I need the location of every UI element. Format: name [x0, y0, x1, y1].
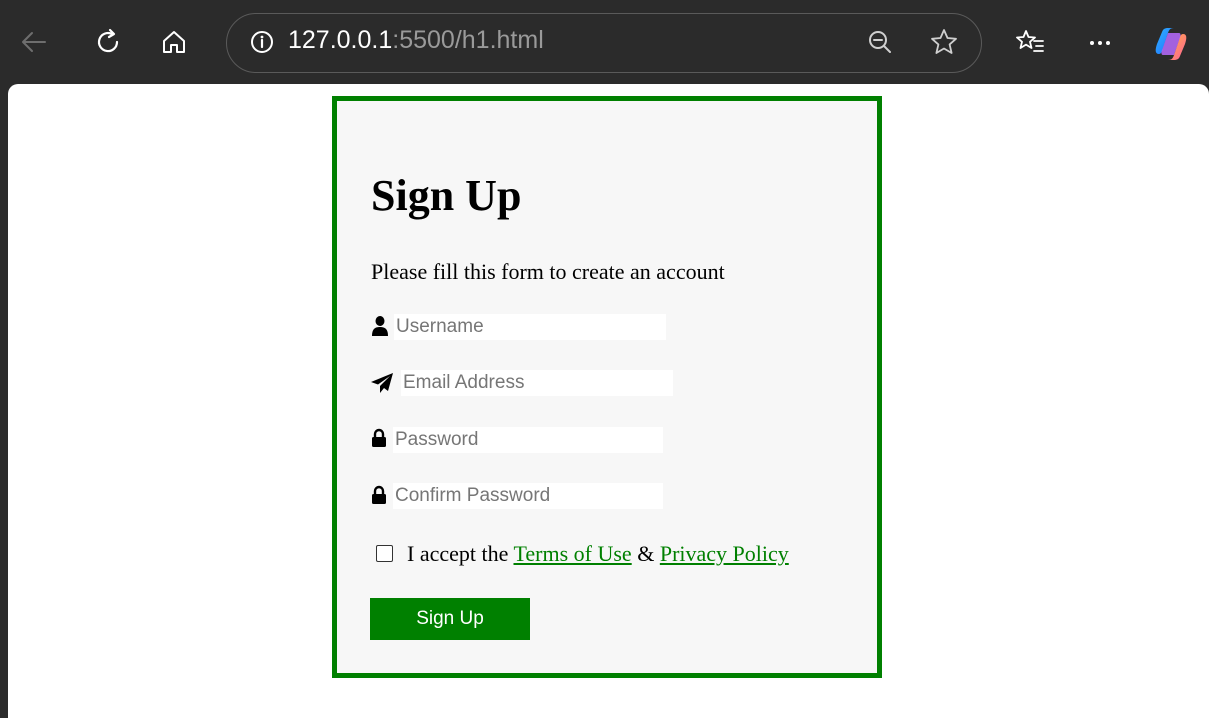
more-dots-icon — [1090, 41, 1110, 45]
home-button[interactable] — [156, 24, 192, 60]
accept-separator: & — [637, 541, 655, 566]
paper-plane-icon — [371, 373, 393, 393]
terms-of-use-link[interactable]: Terms of Use — [513, 541, 631, 566]
zoom-out-icon — [869, 31, 891, 53]
accept-terms-checkbox[interactable] — [376, 545, 393, 562]
back-arrow-icon — [22, 32, 46, 52]
url-host: 127.0.0.1 — [288, 26, 393, 54]
page-title: Sign Up — [371, 171, 522, 220]
url-text[interactable]: 127.0.0.1:5500/h1.html — [288, 26, 544, 55]
favorites-list-icon — [1016, 30, 1044, 52]
accept-terms-label: I accept the Terms of Use & Privacy Poli… — [407, 541, 789, 567]
sign-up-button[interactable]: Sign Up — [370, 598, 530, 640]
form-subtitle: Please fill this form to create an accou… — [371, 259, 725, 284]
lock-icon — [372, 485, 386, 504]
favorite-button[interactable] — [926, 24, 962, 60]
privacy-policy-link[interactable]: Privacy Policy — [660, 541, 789, 566]
password-input[interactable] — [393, 427, 663, 453]
email-input[interactable] — [401, 370, 673, 396]
username-input[interactable] — [394, 314, 666, 340]
info-icon — [251, 31, 273, 53]
copilot-icon[interactable] — [1151, 24, 1191, 64]
refresh-icon — [97, 28, 119, 53]
url-path: :5500/h1.html — [392, 26, 544, 54]
refresh-button[interactable] — [90, 24, 126, 60]
confirm-password-input[interactable] — [393, 483, 663, 509]
user-icon — [372, 316, 388, 336]
site-info-button[interactable] — [244, 24, 280, 60]
favorites-button[interactable] — [1012, 24, 1048, 60]
zoom-button[interactable] — [862, 24, 898, 60]
browser-toolbar: 127.0.0.1:5500/h1.html — [0, 0, 1209, 86]
back-button[interactable] — [16, 24, 52, 60]
home-icon — [163, 31, 185, 53]
more-menu-button[interactable] — [1082, 24, 1118, 60]
lock-icon — [372, 428, 386, 447]
star-icon — [931, 29, 957, 54]
accept-prefix: I accept the — [407, 541, 509, 566]
